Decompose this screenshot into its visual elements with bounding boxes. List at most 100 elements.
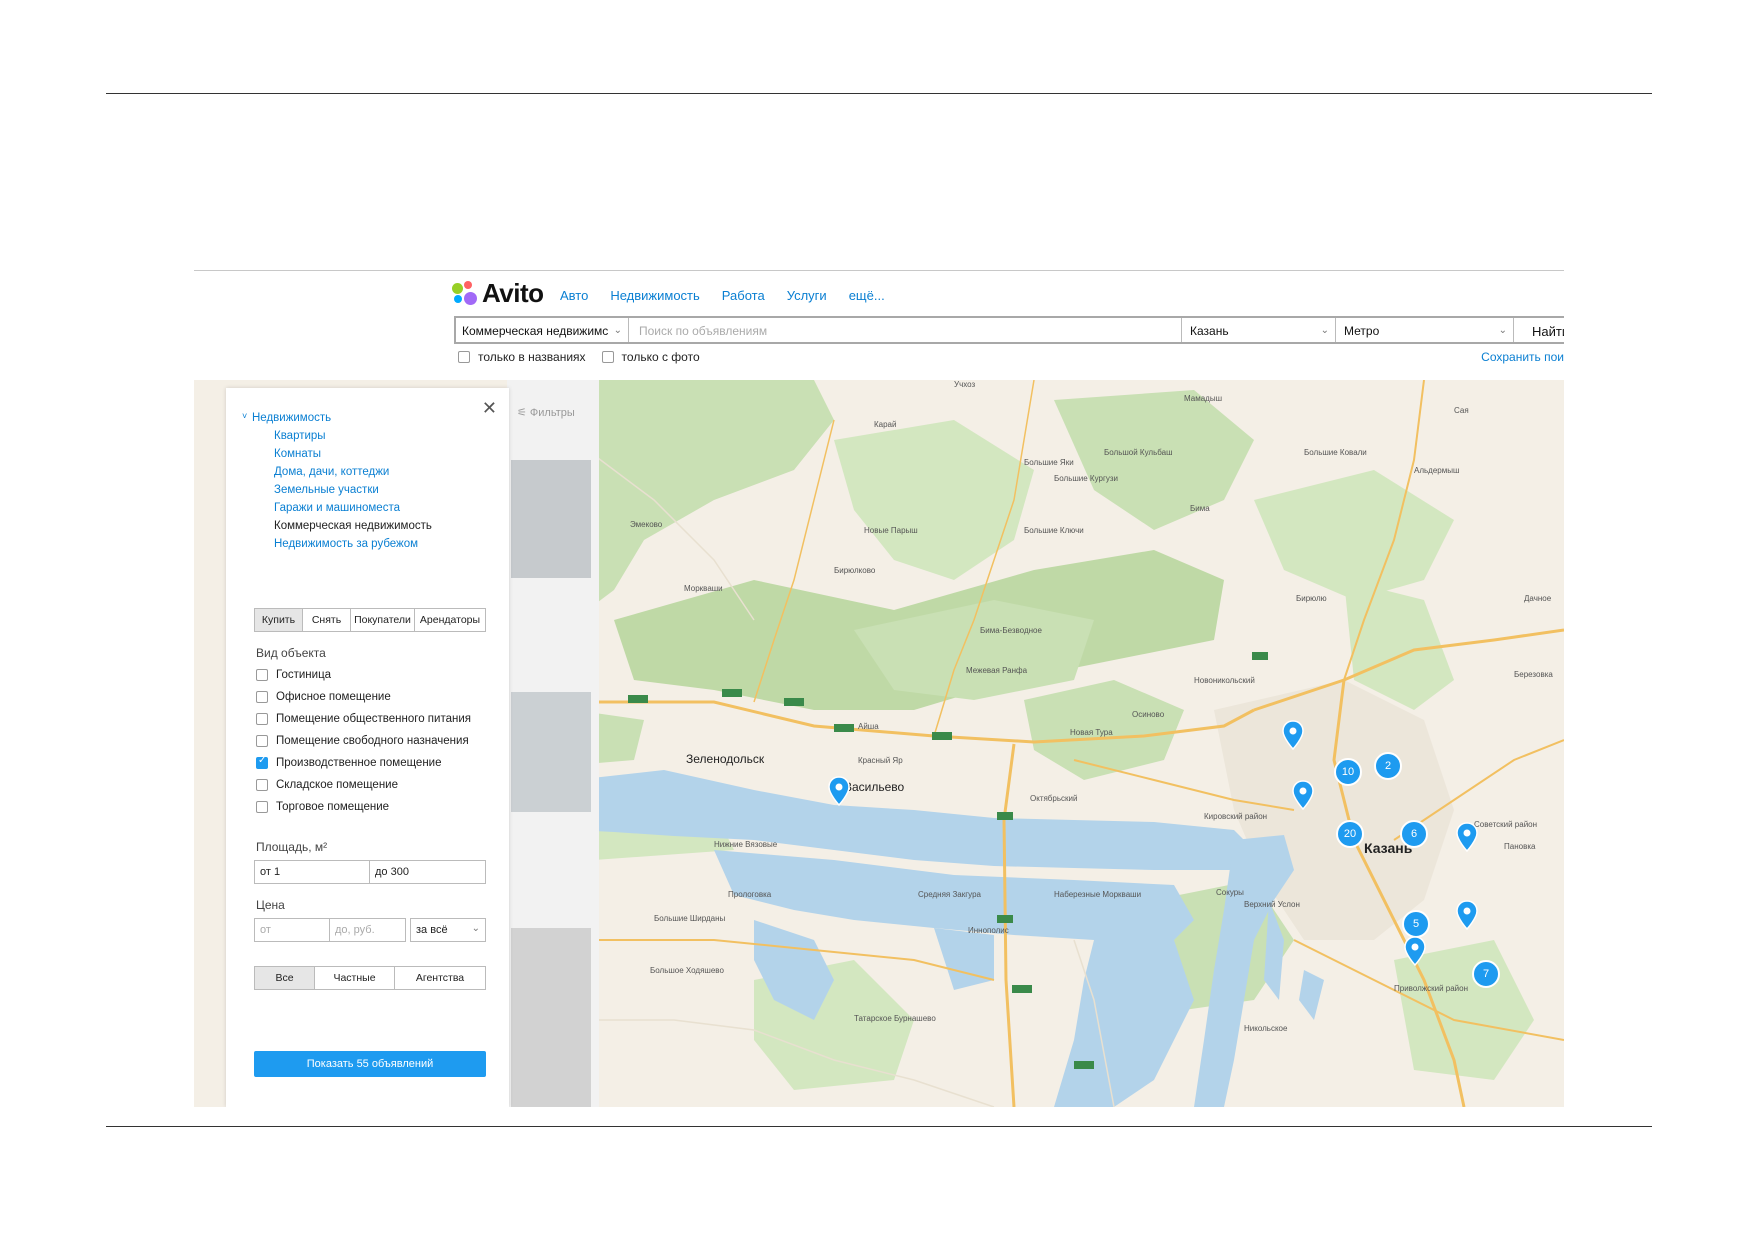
map-village-label: Кировский район bbox=[1204, 812, 1268, 821]
city-select[interactable]: Казань ⌄ bbox=[1182, 318, 1336, 342]
screenshot-frame: Avito Авто Недвижимость Работа Услуги ещ… bbox=[194, 270, 1564, 1107]
checkbox[interactable] bbox=[256, 669, 268, 681]
map-pin-icon[interactable] bbox=[1292, 780, 1314, 810]
category-select[interactable]: Коммерческая недвижимс ⌄ bbox=[456, 318, 629, 342]
search-input[interactable]: Поиск по объявлениям bbox=[629, 318, 1182, 342]
only-titles-option[interactable]: только в названиях bbox=[458, 350, 586, 364]
map-village-label: Березовка bbox=[1514, 670, 1553, 679]
logo-dots-icon bbox=[452, 280, 478, 307]
map-village-label: Осиново bbox=[1132, 710, 1165, 719]
price-from-input[interactable]: от bbox=[254, 918, 330, 942]
city-value: Казань bbox=[1190, 324, 1229, 338]
map-cluster-marker[interactable]: 10 bbox=[1334, 758, 1362, 786]
tree-item-rooms[interactable]: Комнаты bbox=[226, 448, 432, 460]
tree-item-commercial[interactable]: Коммерческая недвижимость bbox=[226, 520, 432, 532]
checkbox[interactable] bbox=[601, 351, 614, 363]
map-village-label: Большие Ковали bbox=[1304, 448, 1367, 457]
map-cluster-marker[interactable]: 7 bbox=[1472, 960, 1500, 988]
nav-realty[interactable]: Недвижимость bbox=[610, 288, 699, 303]
area-from-input[interactable]: от 1 bbox=[254, 860, 370, 884]
tab-tenants[interactable]: Арендаторы bbox=[415, 609, 485, 631]
tree-item-abroad[interactable]: Недвижимость за рубежом bbox=[226, 538, 432, 550]
map-village-label: Бима bbox=[1190, 504, 1210, 513]
price-to-input[interactable]: до, руб. bbox=[329, 918, 406, 942]
checkbox[interactable] bbox=[256, 735, 268, 747]
category-value: Коммерческая недвижимс bbox=[462, 324, 609, 338]
checkbox[interactable] bbox=[256, 691, 268, 703]
nav-services[interactable]: Услуги bbox=[787, 288, 827, 303]
tree-root-realty[interactable]: Недвижимость bbox=[226, 411, 432, 424]
only-photo-option[interactable]: только с фото bbox=[601, 350, 700, 364]
object-type-option[interactable]: Помещение общественного питания bbox=[256, 708, 471, 730]
listing-photo[interactable] bbox=[511, 928, 591, 1107]
tab-buyers[interactable]: Покупатели bbox=[351, 609, 415, 631]
map-cluster-marker[interactable]: 20 bbox=[1336, 820, 1364, 848]
option-label: Помещение свободного назначения bbox=[276, 735, 469, 747]
map-village-label: Эмеково bbox=[630, 520, 663, 529]
object-type-option[interactable]: Помещение свободного назначения bbox=[256, 730, 471, 752]
filters-toggle-label: Фильтры bbox=[529, 407, 575, 419]
save-search-link[interactable]: Сохранить пои bbox=[1481, 350, 1564, 364]
map-pin-icon[interactable] bbox=[1404, 936, 1426, 966]
search-bar: Коммерческая недвижимс ⌄ Поиск по объявл… bbox=[454, 316, 1564, 344]
checkbox[interactable] bbox=[256, 801, 268, 813]
map-pin-icon[interactable] bbox=[1282, 720, 1304, 750]
top-divider bbox=[106, 93, 1652, 94]
map-village-label: Наберезные Моркваши bbox=[1054, 890, 1142, 899]
tree-item-apartments[interactable]: Квартиры bbox=[226, 430, 432, 442]
tab-agencies[interactable]: Агентства bbox=[395, 967, 485, 989]
show-results-button[interactable]: Показать 55 объявлений bbox=[254, 1051, 486, 1077]
nav-auto[interactable]: Авто bbox=[560, 288, 588, 303]
tree-item-land[interactable]: Земельные участки bbox=[226, 484, 432, 496]
map-cluster-marker[interactable]: 6 bbox=[1400, 820, 1428, 848]
map-village-label: Дачное bbox=[1524, 594, 1552, 603]
map-village-label: Пановка bbox=[1504, 842, 1536, 851]
option-label: Торговое помещение bbox=[276, 801, 390, 813]
chevron-down-icon: ⌄ bbox=[1498, 325, 1507, 336]
tree-item-garages[interactable]: Гаражи и машиноместа bbox=[226, 502, 432, 514]
seller-type-tabs: Все Частные Агентства bbox=[254, 966, 486, 990]
map-village-label: Карай bbox=[874, 420, 897, 429]
checkbox-checked[interactable] bbox=[256, 755, 268, 769]
map-cluster-marker[interactable]: 5 bbox=[1402, 910, 1430, 938]
nav-more[interactable]: ещё... bbox=[849, 288, 885, 303]
price-unit-select[interactable]: за всё ⌄ bbox=[410, 918, 486, 942]
avito-logo[interactable]: Avito bbox=[452, 278, 544, 309]
nav-jobs[interactable]: Работа bbox=[722, 288, 765, 303]
map-cluster-marker[interactable]: 2 bbox=[1374, 752, 1402, 780]
map-village-label: Большой Кульбаш bbox=[1104, 448, 1173, 457]
listing-photo[interactable] bbox=[511, 692, 591, 812]
checkbox[interactable] bbox=[256, 779, 268, 791]
tree-item-houses[interactable]: Дома, дачи, коттеджи bbox=[226, 466, 432, 478]
map-pin-icon[interactable] bbox=[1456, 900, 1478, 930]
tab-all[interactable]: Все bbox=[255, 967, 315, 989]
map-village-label: Бирюлю bbox=[1296, 594, 1327, 603]
object-type-option[interactable]: Производственное помещение bbox=[256, 752, 471, 774]
option-label: Гостиница bbox=[276, 669, 332, 681]
map-town-label: Васильево bbox=[844, 780, 905, 794]
map-village-label: Прологовка bbox=[728, 890, 772, 899]
filters-toggle[interactable]: ⚟ Фильтры bbox=[517, 406, 575, 419]
object-type-option[interactable]: Торговое помещение bbox=[256, 796, 471, 818]
map-pin-icon[interactable] bbox=[1456, 822, 1478, 852]
checkbox[interactable] bbox=[458, 351, 470, 363]
map-town-label: Нижние Вязовые bbox=[714, 840, 778, 849]
filter-panel: ✕ Недвижимость Квартиры Комнаты Дома, да… bbox=[226, 388, 509, 1107]
listing-column: ⚟ Фильтры bbox=[507, 380, 599, 1107]
object-type-option[interactable]: Гостиница bbox=[256, 664, 471, 686]
map-pin-icon[interactable] bbox=[828, 776, 850, 806]
tab-buy[interactable]: Купить bbox=[255, 609, 303, 631]
search-button[interactable]: Найти bbox=[1514, 318, 1564, 342]
chevron-down-icon: ⌄ bbox=[1320, 325, 1329, 336]
tab-private[interactable]: Частные bbox=[315, 967, 395, 989]
map-village-label: Новые Парыш bbox=[864, 526, 918, 535]
area-to-input[interactable]: до 300 bbox=[369, 860, 486, 884]
object-type-list: Гостиница Офисное помещение Помещение об… bbox=[256, 664, 471, 818]
checkbox[interactable] bbox=[256, 713, 268, 725]
tab-rent[interactable]: Снять bbox=[303, 609, 351, 631]
listing-photo[interactable] bbox=[511, 460, 591, 578]
metro-select[interactable]: Метро ⌄ bbox=[1336, 318, 1514, 342]
close-icon[interactable]: ✕ bbox=[482, 398, 497, 419]
object-type-option[interactable]: Складское помещение bbox=[256, 774, 471, 796]
object-type-option[interactable]: Офисное помещение bbox=[256, 686, 471, 708]
